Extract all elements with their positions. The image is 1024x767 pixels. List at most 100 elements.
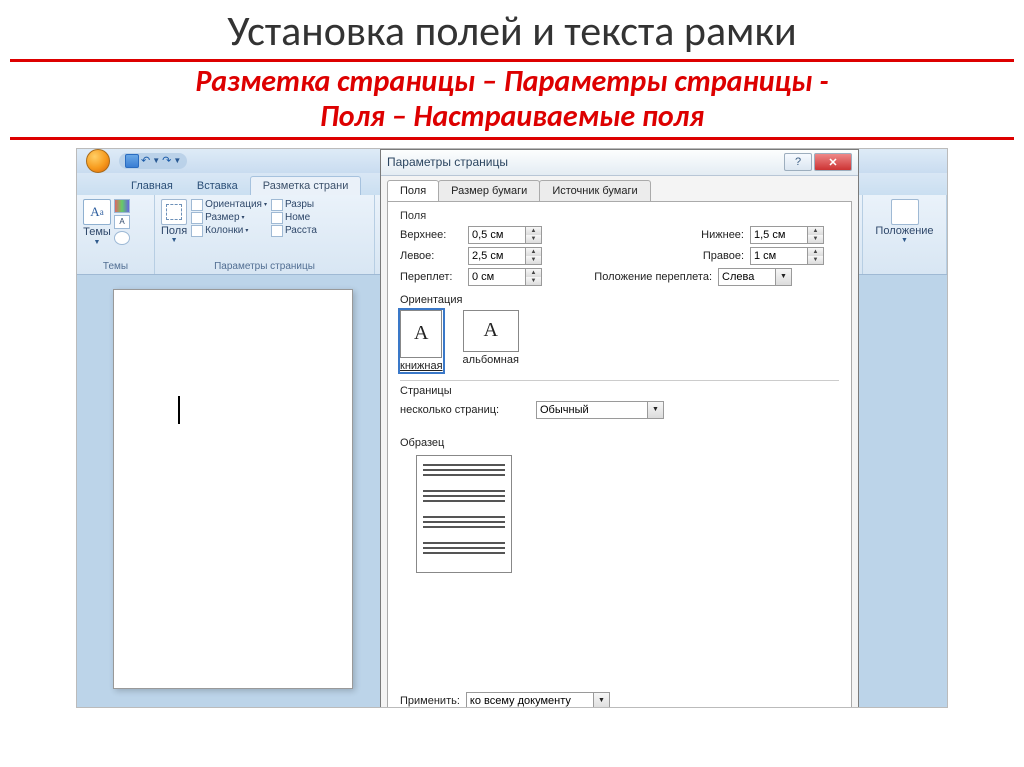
orientation-landscape[interactable]: A альбомная	[463, 310, 519, 372]
subtitle-line1: Разметка страницы – Параметры страницы -	[195, 63, 828, 100]
left-margin-field[interactable]	[468, 247, 526, 265]
tab-insert[interactable]: Вставка	[185, 177, 250, 195]
margins-icon	[161, 199, 187, 225]
dialog-tab-margins[interactable]: Поля	[387, 180, 439, 201]
portrait-icon: A	[400, 310, 442, 358]
spinner-down-icon[interactable]: ▼	[808, 256, 823, 264]
save-icon[interactable]	[125, 154, 139, 168]
spinner-up-icon[interactable]: ▲	[526, 248, 541, 256]
theme-fonts-icon[interactable]: A	[114, 215, 130, 229]
spinner-down-icon[interactable]: ▼	[526, 256, 541, 264]
word-screenshot: ↶ ▼ ↷ ▼ Главная Вставка Разметка страни …	[76, 148, 948, 708]
themes-label: Темы	[83, 226, 111, 238]
label-top: Верхнее:	[400, 229, 462, 241]
slide-subtitle: Разметка страницы – Параметры страницы -…	[0, 62, 1024, 137]
margins-label: Поля	[161, 225, 187, 237]
input-gutter[interactable]: ▲▼	[468, 268, 542, 286]
hyphenation-button[interactable]: Расста	[271, 225, 317, 237]
input-top-margin[interactable]: ▲▼	[468, 226, 542, 244]
rule-bottom	[10, 137, 1014, 140]
page-setup-group-label: Параметры страницы	[161, 260, 368, 272]
office-orb-icon	[86, 149, 110, 173]
margins-button[interactable]: Поля ▼	[161, 199, 187, 244]
multiple-pages-field[interactable]	[536, 401, 648, 419]
gutter-field[interactable]	[468, 268, 526, 286]
line-numbers-button[interactable]: Номе	[271, 212, 317, 224]
spinner-down-icon[interactable]: ▼	[526, 235, 541, 243]
redo-icon[interactable]: ↷	[162, 154, 171, 167]
orientation-portrait[interactable]: A книжная	[400, 310, 443, 372]
dialog-title: Параметры страницы	[387, 155, 784, 169]
spinner-up-icon[interactable]: ▲	[526, 269, 541, 277]
bottom-margin-field[interactable]	[750, 226, 808, 244]
columns-icon	[191, 225, 203, 237]
spinner-up-icon[interactable]: ▲	[526, 227, 541, 235]
themes-button[interactable]: Aa Темы ▼	[83, 199, 111, 246]
right-margin-field[interactable]	[750, 247, 808, 265]
select-gutter-pos[interactable]: ▼	[718, 268, 792, 286]
gutter-pos-field[interactable]	[718, 268, 776, 286]
orientation-label: Ориентация	[205, 199, 262, 210]
theme-effects-icon[interactable]	[114, 231, 130, 245]
label-gutter-pos: Положение переплета:	[572, 271, 712, 283]
margins-section-label: Поля	[400, 210, 839, 222]
select-apply-to[interactable]: ▼	[466, 692, 610, 708]
group-position: Положение ▼	[863, 195, 947, 274]
columns-button[interactable]: Колонки▾	[191, 225, 267, 237]
subtitle-line2: Поля – Настраиваемые поля	[320, 98, 704, 135]
office-button[interactable]	[81, 149, 115, 173]
dropdown-icon[interactable]: ▼	[648, 401, 664, 419]
spinner-up-icon[interactable]: ▲	[808, 227, 823, 235]
select-multiple-pages[interactable]: ▼	[536, 401, 664, 419]
theme-colors-icon[interactable]	[114, 199, 130, 213]
input-right-margin[interactable]: ▲▼	[750, 247, 824, 265]
dialog-help-button[interactable]: ?	[784, 153, 812, 171]
preview-section-label: Образец	[400, 437, 839, 449]
spinner-up-icon[interactable]: ▲	[808, 248, 823, 256]
position-button[interactable]: Положение ▼	[869, 199, 940, 244]
chevron-down-icon: ▼	[94, 239, 101, 246]
breaks-button[interactable]: Разры	[271, 199, 317, 211]
page-setup-dialog: Параметры страницы ? ✕ Поля Размер бумаг…	[380, 149, 859, 708]
dropdown-icon[interactable]: ▼	[776, 268, 792, 286]
spinner-down-icon[interactable]: ▼	[526, 277, 541, 285]
undo-dropdown-icon[interactable]: ▼	[152, 156, 160, 165]
input-left-margin[interactable]: ▲▼	[468, 247, 542, 265]
label-left: Левое:	[400, 250, 462, 262]
top-margin-field[interactable]	[468, 226, 526, 244]
dialog-tab-source[interactable]: Источник бумаги	[539, 180, 650, 201]
label-apply-to: Применить:	[400, 695, 460, 707]
input-bottom-margin[interactable]: ▲▼	[750, 226, 824, 244]
label-right: Правое:	[614, 250, 744, 262]
size-icon	[191, 212, 203, 224]
dialog-tab-paper[interactable]: Размер бумаги	[438, 180, 540, 201]
dialog-tabs: Поля Размер бумаги Источник бумаги	[381, 176, 858, 201]
document-page[interactable]	[113, 289, 353, 689]
columns-label: Колонки	[205, 225, 243, 236]
size-button[interactable]: Размер▾	[191, 212, 267, 224]
pages-section-label: Страницы	[400, 385, 839, 397]
tab-home[interactable]: Главная	[119, 177, 185, 195]
themes-icon: Aa	[83, 199, 111, 225]
qat-customize-icon[interactable]: ▼	[173, 156, 181, 165]
position-label: Положение	[875, 225, 933, 237]
tab-page-layout[interactable]: Разметка страни	[250, 176, 362, 195]
size-label: Размер	[205, 212, 239, 223]
undo-icon[interactable]: ↶	[141, 154, 150, 167]
dropdown-icon[interactable]: ▼	[594, 692, 610, 708]
apply-to-field[interactable]	[466, 692, 594, 708]
dialog-close-button[interactable]: ✕	[814, 153, 852, 171]
hyphenation-label: Расста	[285, 225, 317, 236]
label-bottom: Нижнее:	[614, 229, 744, 241]
position-icon	[891, 199, 919, 225]
orientation-button[interactable]: Ориентация▾	[191, 199, 267, 211]
chevron-down-icon: ▼	[901, 237, 908, 244]
preview-thumbnail	[416, 455, 512, 573]
orientation-icon	[191, 199, 203, 211]
dialog-pane: Поля Верхнее: ▲▼ Нижнее: ▲▼ Левое: ▲▼ Пр…	[387, 201, 852, 708]
portrait-label: книжная	[400, 360, 443, 372]
landscape-label: альбомная	[463, 354, 519, 366]
themes-group-label: Темы	[83, 260, 148, 272]
spinner-down-icon[interactable]: ▼	[808, 235, 823, 243]
dialog-titlebar[interactable]: Параметры страницы ? ✕	[381, 150, 858, 176]
